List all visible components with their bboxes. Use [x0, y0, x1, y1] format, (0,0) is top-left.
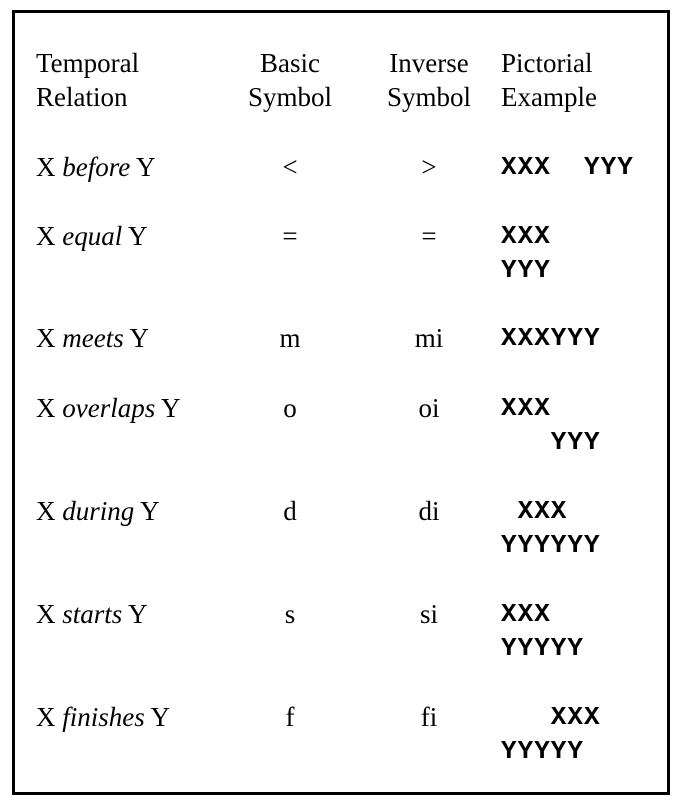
header-inverse-line2: Symbol	[386, 82, 472, 112]
pictorial-meets: XXXYYY	[501, 323, 601, 353]
header-relation-line1: Temporal	[36, 48, 140, 78]
pictorial-before: XXX YYY	[501, 152, 634, 182]
relation-during: X during Y	[36, 496, 160, 526]
basic-symbol-meets: m	[279, 323, 301, 353]
relation-equal: X equal Y	[36, 221, 148, 251]
header-inverse-symbol: Inverse Symbol	[374, 46, 484, 114]
basic-symbol-before: <	[282, 152, 298, 182]
inverse-symbol-overlaps: oi	[418, 393, 440, 423]
header-pictorial-line1: Pictorial	[501, 48, 593, 78]
header-relation: Temporal Relation	[36, 46, 139, 114]
inverse-symbol-starts: si	[419, 599, 438, 629]
pictorial-during: XXX YYYYYY	[501, 496, 601, 560]
relation-overlaps: X overlaps Y	[36, 393, 181, 423]
header-relation-line2: Relation	[36, 82, 128, 112]
pictorial-equal: XXX YYY	[501, 221, 551, 285]
pictorial-overlaps: XXX YYY	[501, 393, 601, 457]
basic-symbol-equal: =	[282, 221, 298, 251]
inverse-symbol-finishes: fi	[420, 702, 438, 732]
relation-starts: X starts Y	[36, 599, 148, 629]
inverse-symbol-equal: =	[421, 221, 437, 251]
basic-symbol-overlaps: o	[283, 393, 297, 423]
header-pictorial-line2: Example	[501, 82, 597, 112]
pictorial-finishes: XXX YYYYY	[501, 702, 601, 766]
relation-meets: X meets Y	[36, 323, 149, 353]
inverse-symbol-during: di	[418, 496, 440, 526]
header-basic-symbol: Basic Symbol	[234, 46, 346, 114]
pictorial-starts: XXX YYYYY	[501, 599, 585, 663]
header-basic-line1: Basic	[260, 48, 320, 78]
basic-symbol-starts: s	[284, 599, 296, 629]
inverse-symbol-before: >	[421, 152, 437, 182]
inverse-symbol-meets: mi	[414, 323, 444, 353]
header-basic-line2: Symbol	[247, 82, 333, 112]
basic-symbol-during: d	[283, 496, 297, 526]
relation-finishes: X finishes Y	[36, 702, 171, 732]
basic-symbol-finishes: f	[285, 702, 295, 732]
header-pictorial-example: Pictorial Example	[501, 46, 597, 114]
relation-before: X before Y	[36, 152, 156, 182]
header-inverse-line1: Inverse	[389, 48, 469, 78]
